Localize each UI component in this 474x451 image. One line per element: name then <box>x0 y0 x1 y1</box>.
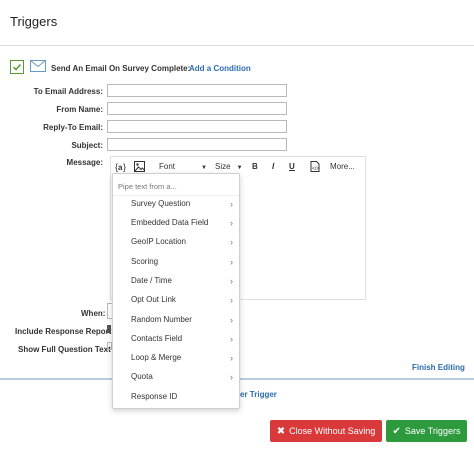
svg-text:}: } <box>123 162 126 172</box>
menu-item-response-id[interactable]: Response ID <box>113 389 239 405</box>
menu-item-label: Opt Out Link <box>131 295 176 304</box>
trigger-link[interactable]: er Trigger <box>240 390 277 399</box>
to-email-field[interactable] <box>107 84 287 97</box>
image-icon[interactable] <box>134 161 145 172</box>
show-full-label: Show Full Question Text <box>18 345 111 354</box>
menu-item-embedded-data[interactable]: Embedded Data Field › <box>113 215 239 231</box>
menu-item-geoip[interactable]: GeoIP Location › <box>113 234 239 250</box>
save-triggers-button[interactable]: ✔ Save Triggers <box>386 420 467 442</box>
add-condition-link[interactable]: Add a Condition <box>189 64 251 73</box>
piped-text-icon[interactable]: { a } <box>115 161 126 172</box>
menu-item-scoring[interactable]: Scoring › <box>113 254 239 270</box>
close-icon: ✖ <box>276 425 286 437</box>
menu-item-loop-merge[interactable]: Loop & Merge › <box>113 350 239 366</box>
chevron-right-icon: › <box>230 276 233 286</box>
piped-text-search[interactable] <box>117 180 235 192</box>
chevron-right-icon: › <box>230 257 233 267</box>
message-label: Message: <box>66 158 103 167</box>
chevron-right-icon: › <box>230 334 233 344</box>
close-without-saving-button[interactable]: ✖ Close Without Saving <box>270 420 382 442</box>
piped-text-menu: Survey Question › Embedded Data Field › Ge… <box>112 173 240 409</box>
chevron-right-icon: › <box>230 199 233 209</box>
menu-item-label: Survey Question <box>131 199 191 208</box>
menu-item-random-number[interactable]: Random Number › <box>113 312 239 328</box>
chevron-down-icon: ▼ <box>236 165 243 171</box>
menu-item-quota[interactable]: Quota › <box>113 369 239 385</box>
size-select[interactable]: Size ▼ <box>215 162 243 171</box>
include-report-checkbox[interactable] <box>107 325 111 333</box>
underline-button[interactable]: U <box>289 162 295 171</box>
bold-button[interactable]: B <box>252 162 258 171</box>
menu-item-survey-question[interactable]: Survey Question › <box>113 196 239 212</box>
subject-label: Subject: <box>71 141 103 150</box>
chevron-right-icon: › <box>230 237 233 247</box>
menu-item-label: Contacts Field <box>131 334 183 343</box>
from-name-field[interactable] <box>107 102 287 115</box>
chevron-down-icon: ▼ <box>201 165 207 171</box>
font-select-label: Font <box>159 162 176 171</box>
checkmark-icon: ✔ <box>392 425 401 437</box>
chevron-right-icon: › <box>230 218 233 228</box>
italic-button[interactable]: I <box>272 162 274 171</box>
trigger-enabled-checkbox[interactable] <box>10 60 24 74</box>
menu-item-label: Loop & Merge <box>131 353 182 362</box>
menu-item-opt-out[interactable]: Opt Out Link › <box>113 292 239 308</box>
chevron-right-icon: › <box>230 295 233 305</box>
chevron-right-icon: › <box>230 315 233 325</box>
checkmark-icon <box>12 63 22 71</box>
reply-to-label: Reply-To Email: <box>43 123 103 132</box>
envelope-icon <box>30 60 46 72</box>
page-title: Triggers <box>10 14 58 29</box>
menu-item-label: Date / Time <box>131 276 172 285</box>
chevron-right-icon: › <box>230 353 233 363</box>
close-button-label: Close Without Saving <box>289 426 376 436</box>
menu-item-label: Embedded Data Field <box>131 218 209 227</box>
menu-item-label: GeoIP Location <box>131 237 187 246</box>
to-email-label: To Email Address: <box>33 87 103 96</box>
chevron-right-icon: › <box>230 372 233 382</box>
from-name-label: From Name: <box>56 105 103 114</box>
menu-item-label: Scoring <box>131 257 159 266</box>
menu-item-label: Quota <box>131 372 153 381</box>
menu-item-label: Random Number <box>131 315 192 324</box>
menu-item-date-time[interactable]: Date / Time › <box>113 273 239 289</box>
when-label: When: <box>81 309 106 318</box>
size-select-label: Size <box>215 162 231 171</box>
menu-item-label: Response ID <box>131 392 178 401</box>
source-code-icon[interactable]: </> <box>310 161 320 172</box>
more-button[interactable]: More... <box>330 162 355 171</box>
trigger-label: Send An Email On Survey Complete: <box>51 64 191 73</box>
subject-field[interactable] <box>107 138 287 151</box>
svg-text:</>: </> <box>312 166 319 172</box>
font-select[interactable]: Font ▼ <box>159 162 207 171</box>
menu-item-contacts-field[interactable]: Contacts Field › <box>113 331 239 347</box>
save-button-label: Save Triggers <box>404 426 461 436</box>
reply-to-field[interactable] <box>107 120 287 133</box>
include-report-label: Include Response Report <box>15 327 112 336</box>
finish-editing-link[interactable]: Finish Editing <box>412 363 465 372</box>
